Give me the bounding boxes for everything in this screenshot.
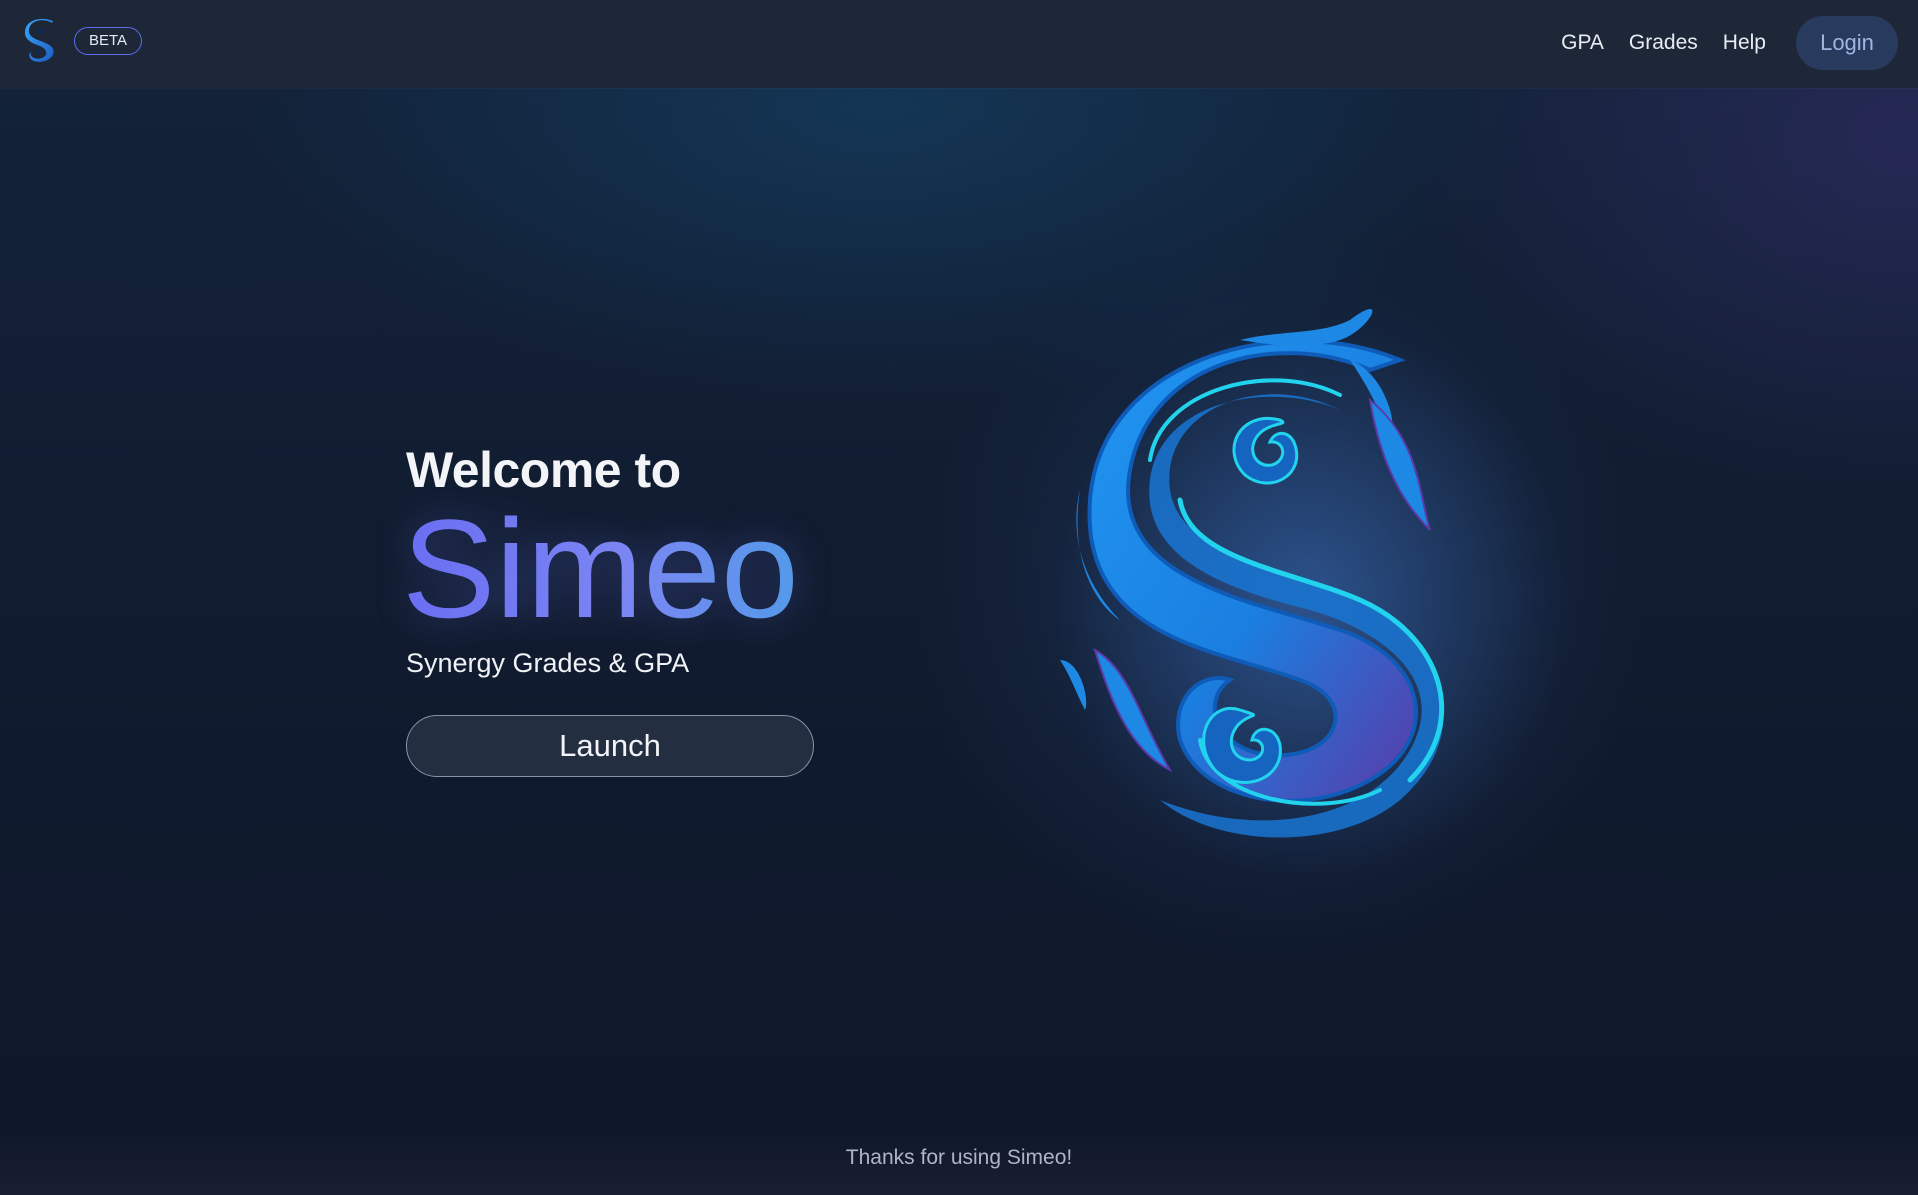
login-button[interactable]: Login [1796,16,1898,70]
brand-title: Simeo [402,494,814,644]
nav-link-gpa[interactable]: GPA [1561,31,1604,55]
main-nav: GPA Grades Help Login [1536,16,1898,70]
nav-link-grades[interactable]: Grades [1629,31,1698,55]
footer-text: Thanks for using Simeo! [845,1146,1073,1169]
launch-button[interactable]: Launch [406,715,814,777]
beta-badge: BETA [74,27,143,55]
top-nav-bar: BETA GPA Grades Help Login [0,0,1918,88]
simeo-s-emblem [1050,309,1570,880]
hero-section: Welcome to Simeo Synergy Grades & GPA La… [402,440,814,777]
nav-link-help[interactable]: Help [1723,31,1766,55]
simeo-s-icon[interactable] [22,17,62,65]
tagline: Synergy Grades & GPA [406,648,690,678]
